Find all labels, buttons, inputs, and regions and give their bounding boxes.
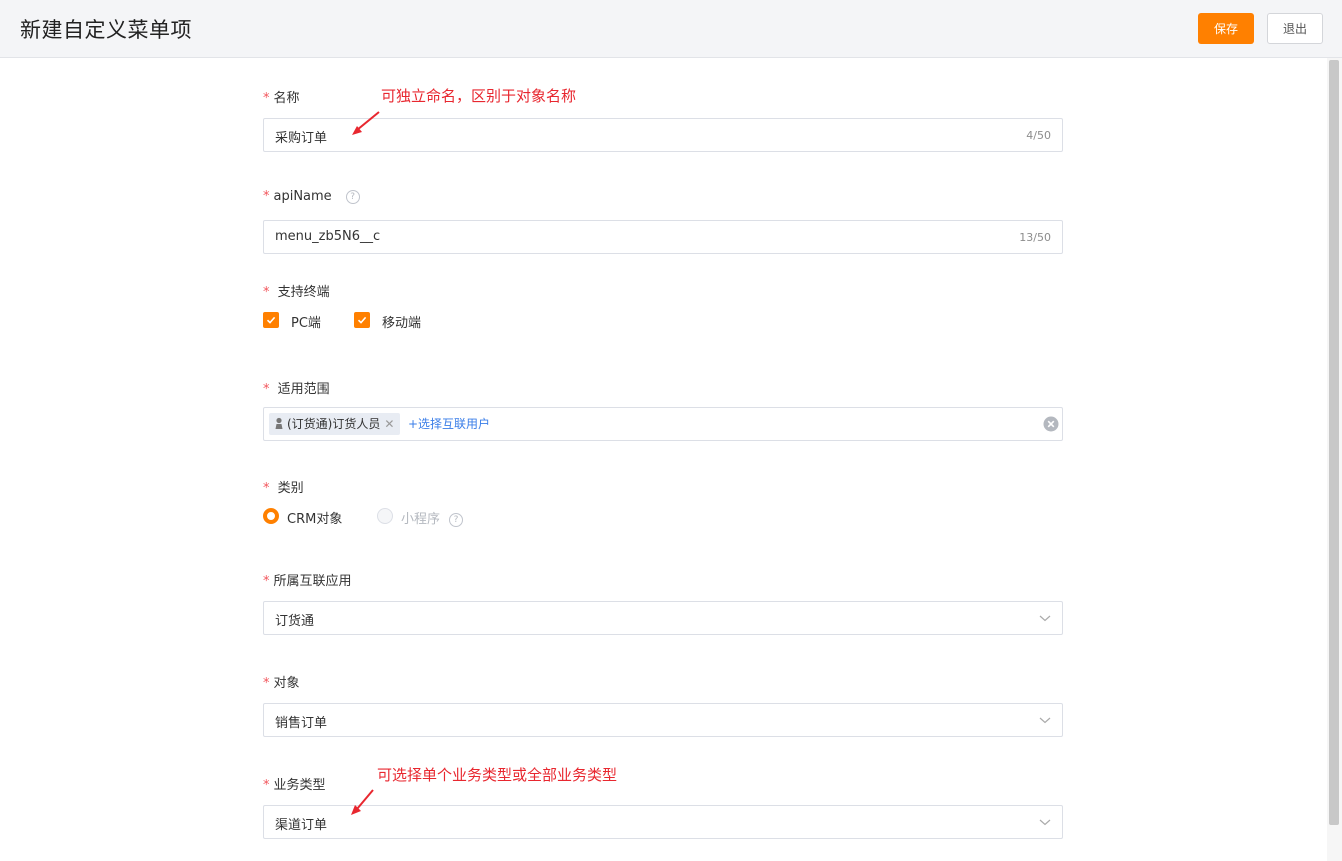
- name-annotation: 可独立命名，区别于对象名称: [381, 87, 577, 105]
- object-label: * 对象: [263, 676, 300, 691]
- mobile-checkbox-label[interactable]: 移动端: [382, 312, 421, 331]
- scope-tag: (订货通)订货人员 ✕: [269, 413, 401, 435]
- chevron-down-icon: [1039, 819, 1051, 826]
- mini-program-radio: [377, 508, 393, 524]
- name-value: 采购订单: [275, 131, 328, 146]
- save-button[interactable]: 保存: [1198, 13, 1254, 44]
- annotation-arrow-icon: [352, 111, 380, 135]
- exit-button[interactable]: 退出: [1267, 13, 1323, 44]
- apiname-value: menu_zb5N6__c: [275, 229, 381, 244]
- pc-checkbox[interactable]: [263, 312, 279, 328]
- terminals-label: * 支持终端: [263, 285, 330, 300]
- check-icon: [266, 316, 276, 324]
- object-select[interactable]: 销售订单: [263, 703, 1063, 737]
- app-value: 订货通: [275, 614, 315, 629]
- mini-program-radio-label: 小程序?: [401, 508, 464, 527]
- mobile-checkbox[interactable]: [354, 312, 370, 328]
- add-partner-user-link[interactable]: +选择互联用户: [408, 415, 490, 432]
- clear-icon[interactable]: [1043, 416, 1059, 432]
- name-label: * 名称: [263, 91, 300, 106]
- pc-checkbox-label[interactable]: PC端: [291, 312, 321, 331]
- business-type-label: * 业务类型: [263, 778, 326, 793]
- page-title: 新建自定义菜单项: [20, 18, 192, 42]
- scope-label: * 适用范围: [263, 382, 330, 397]
- app-select[interactable]: 订货通: [263, 601, 1063, 635]
- scrollbar-thumb[interactable]: [1329, 60, 1339, 825]
- help-icon[interactable]: ?: [449, 513, 464, 527]
- chevron-down-icon: [1039, 615, 1051, 622]
- scope-selector[interactable]: (订货通)订货人员 ✕ +选择互联用户: [263, 407, 1063, 441]
- annotation-arrow-icon: [351, 789, 374, 815]
- tag-remove-icon[interactable]: ✕: [384, 417, 394, 431]
- apiname-char-count: 13/50: [1019, 231, 1051, 244]
- scrollbar[interactable]: [1327, 58, 1342, 861]
- crm-object-radio[interactable]: [263, 508, 279, 524]
- business-type-annotation: 可选择单个业务类型或全部业务类型: [377, 766, 618, 784]
- page-header: 新建自定义菜单项 保存 退出: [0, 0, 1342, 58]
- object-value: 销售订单: [275, 716, 328, 731]
- name-input[interactable]: 采购订单 4/50: [263, 118, 1063, 152]
- business-type-value: 渠道订单: [275, 818, 328, 833]
- help-icon[interactable]: ?: [345, 190, 360, 204]
- name-char-count: 4/50: [1026, 129, 1051, 142]
- user-icon: [275, 417, 283, 429]
- business-type-select[interactable]: 渠道订单: [263, 805, 1063, 839]
- crm-object-radio-label[interactable]: CRM对象: [287, 508, 342, 527]
- app-label: * 所属互联应用: [263, 574, 352, 589]
- apiname-label: * apiName?: [263, 189, 360, 204]
- apiname-input[interactable]: menu_zb5N6__c 13/50: [263, 220, 1063, 254]
- category-label: * 类别: [263, 481, 304, 496]
- check-icon: [357, 316, 367, 324]
- chevron-down-icon: [1039, 717, 1051, 724]
